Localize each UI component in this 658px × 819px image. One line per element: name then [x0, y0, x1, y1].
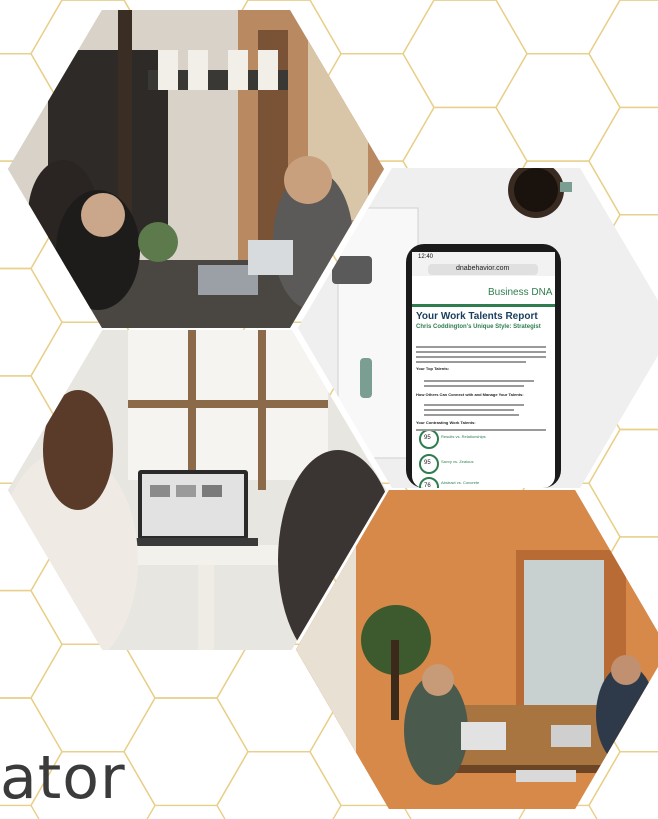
- lattice-hexagon: [495, 0, 621, 55]
- section-heading: Your Top Talents:: [416, 366, 450, 371]
- report-subtitle: Chris Coddington's Unique Style: Strateg…: [416, 324, 541, 330]
- lattice-hexagon: [0, 0, 63, 55]
- phone-url-bar: dnabehavior.com: [456, 265, 510, 272]
- lattice-hexagon: [402, 0, 528, 109]
- lattice-hexagon: [0, 267, 63, 377]
- section-heading: How Others Can Connect with and Manage Y…: [416, 392, 524, 397]
- score-value: 95: [424, 460, 431, 466]
- score-label: Savvy vs. Zealous: [441, 459, 474, 464]
- phone-status-time: 12:40: [418, 254, 434, 260]
- bottom-heading-text: ator: [0, 743, 126, 813]
- score-label: Results vs. Relationships: [441, 434, 486, 439]
- score-label: Abstract vs. Concrete: [441, 480, 480, 485]
- report-title: Your Work Talents Report: [416, 311, 538, 322]
- lattice-hexagon: [30, 643, 156, 753]
- section-heading: Your Contrasting Work Talents:: [416, 420, 476, 425]
- lattice-hexagon: [309, 0, 435, 55]
- lattice-hexagon: [123, 697, 249, 807]
- lattice-hexagon: [588, 0, 658, 109]
- lattice-hexagon: [588, 106, 658, 216]
- score-value: 95: [424, 435, 431, 441]
- lattice-hexagon: [216, 751, 342, 819]
- brand-logo: Business DNA: [488, 287, 553, 298]
- lattice-hexagon: [495, 53, 621, 162]
- lattice-hexagon: [0, 589, 63, 699]
